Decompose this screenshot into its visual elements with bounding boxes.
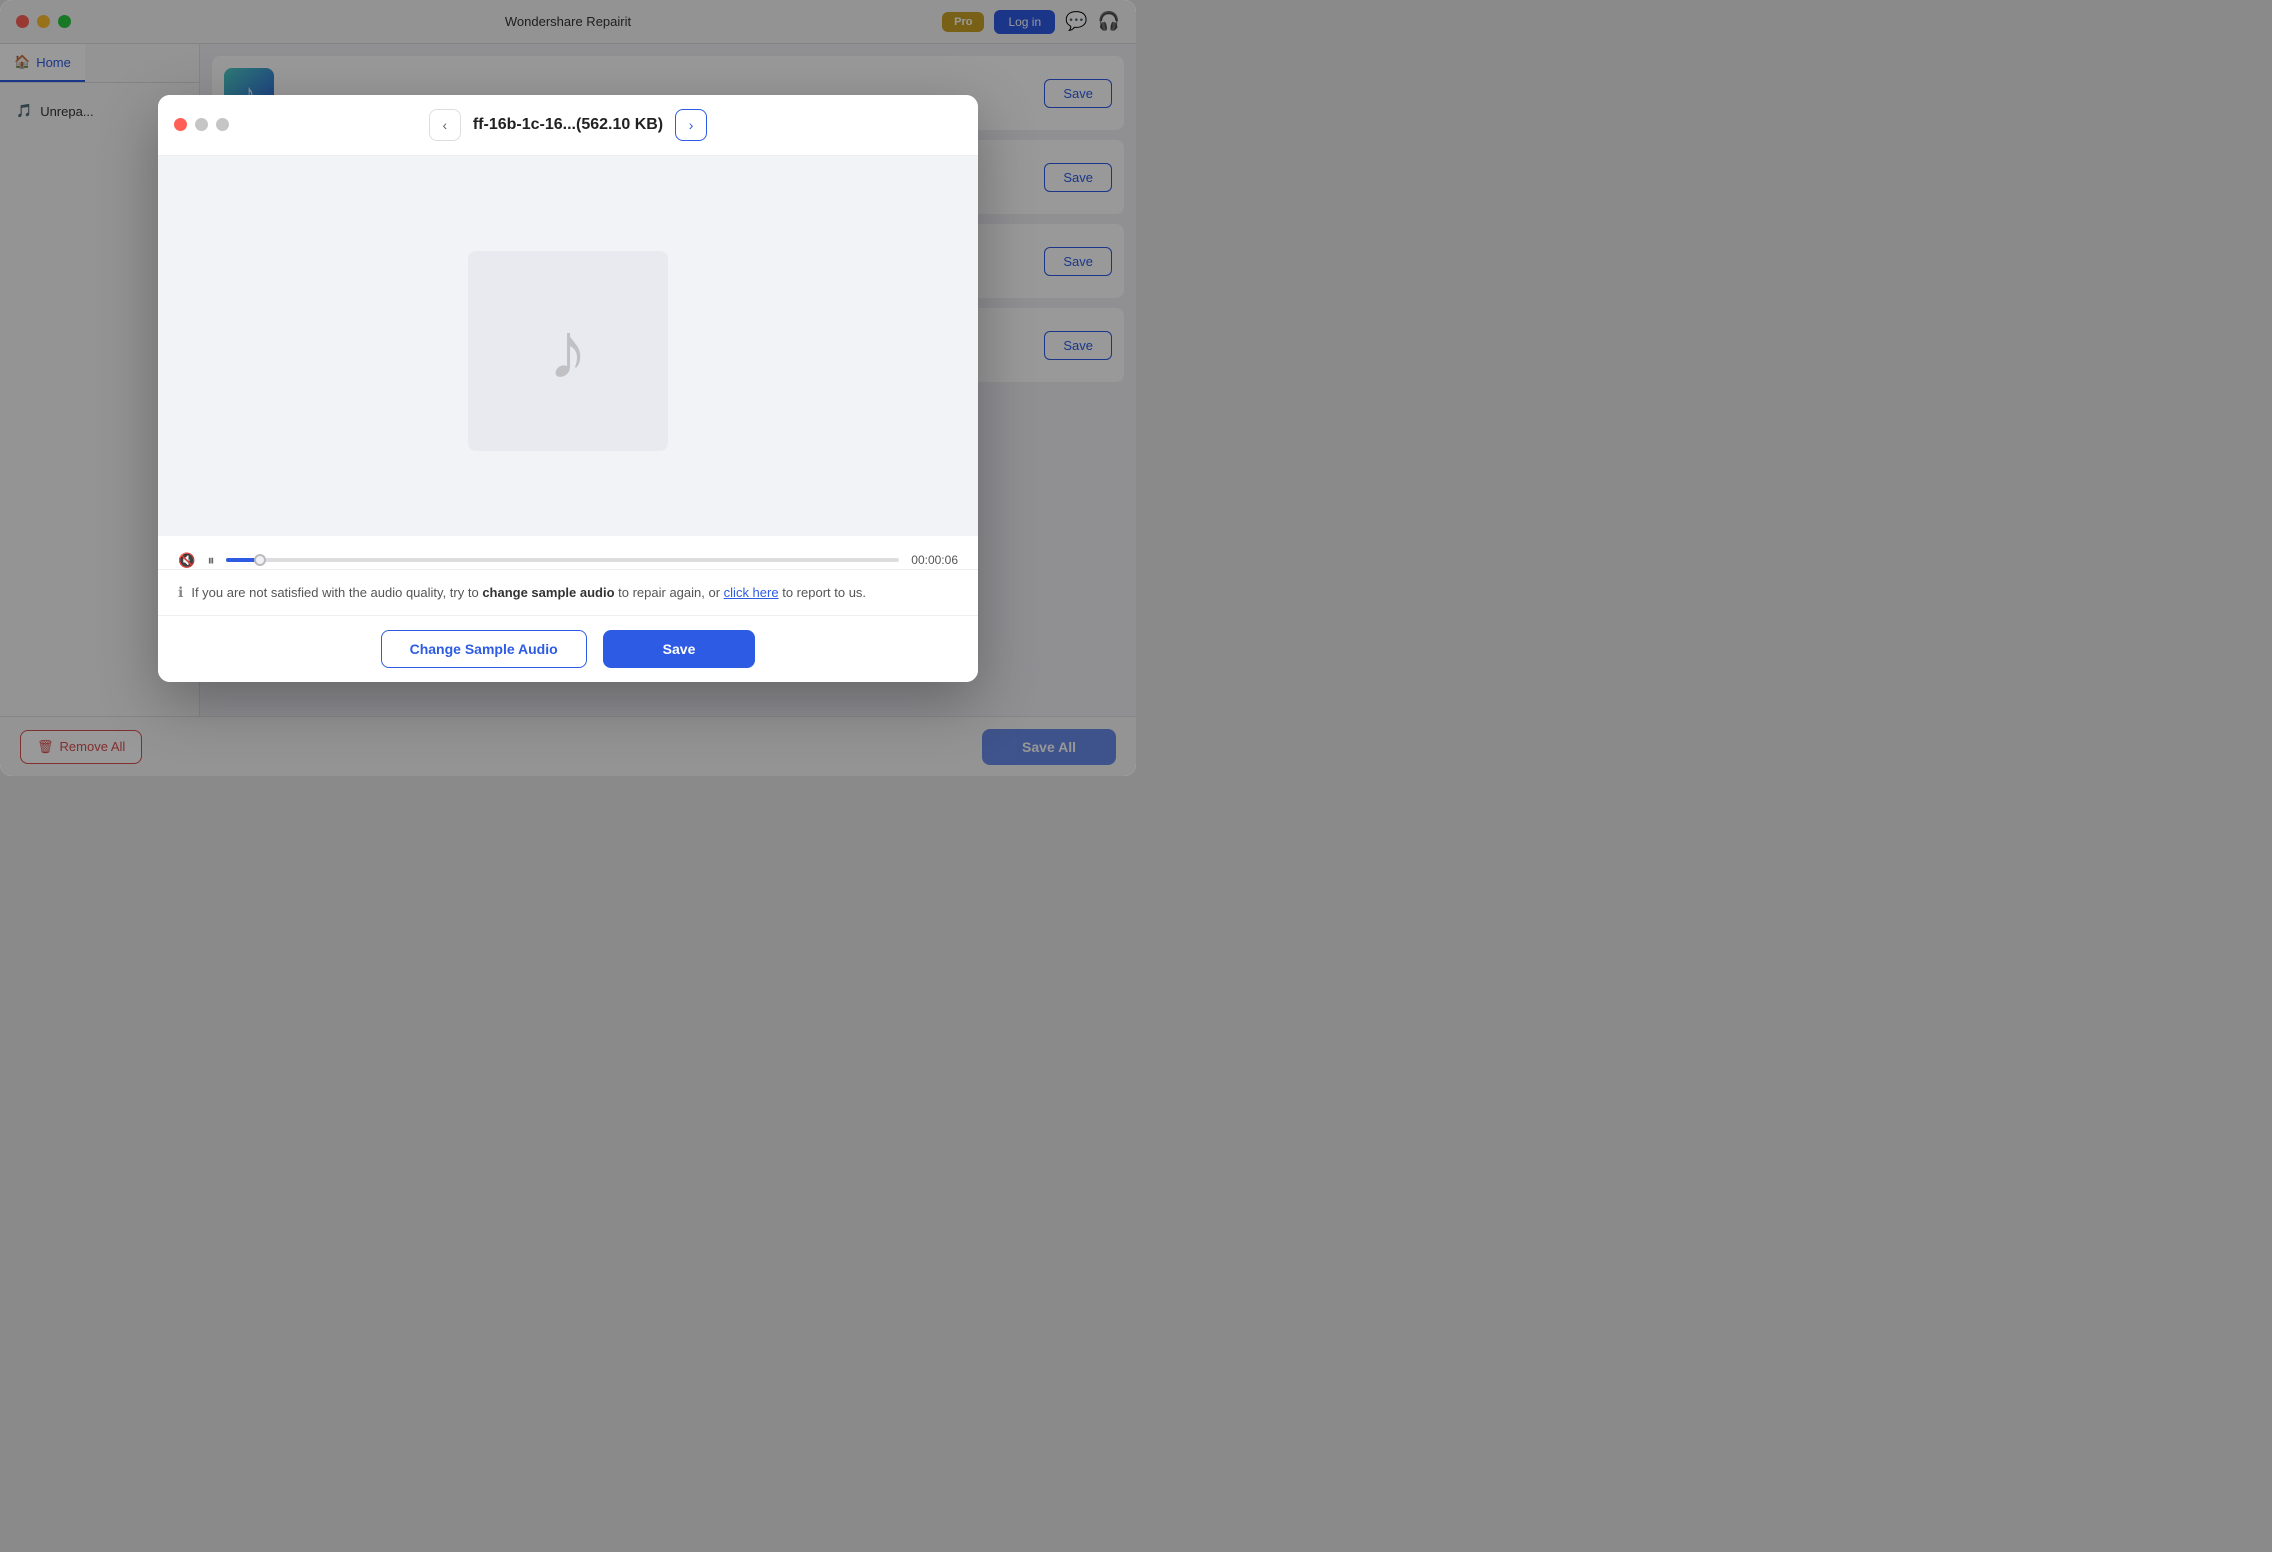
modal-traffic-lights [174, 118, 229, 131]
volume-icon: 🔇 [178, 552, 195, 569]
modal-overlay: ‹ ff-16b-1c-16...(562.10 KB) › ♪ 🔇 ⏸ [0, 0, 1136, 776]
pause-button[interactable]: ⏸ [207, 552, 214, 569]
audio-preview-modal: ‹ ff-16b-1c-16...(562.10 KB) › ♪ 🔇 ⏸ [158, 95, 978, 682]
time-display: 00:00:06 [911, 553, 958, 567]
audio-controls: 🔇 ⏸ 00:00:06 [158, 536, 978, 569]
modal-next-button[interactable]: › [675, 109, 707, 141]
modal-footer: Change Sample Audio Save [158, 615, 978, 682]
modal-info: ℹ If you are not satisfied with the audi… [158, 569, 978, 615]
modal-titlebar: ‹ ff-16b-1c-16...(562.10 KB) › [158, 95, 978, 156]
progress-fill [226, 558, 260, 562]
modal-minimize-button[interactable] [195, 118, 208, 131]
audio-placeholder: ♪ [468, 251, 668, 451]
click-here-link[interactable]: click here [724, 585, 779, 600]
modal-close-button[interactable] [174, 118, 187, 131]
progress-thumb [254, 554, 266, 566]
info-icon: ℹ [178, 584, 183, 601]
app-window: Wondershare Repairit Pro Log in 💬 🎧 🏠 Ho… [0, 0, 1136, 776]
modal-navigation: ‹ ff-16b-1c-16...(562.10 KB) › [429, 109, 707, 141]
music-note-icon: ♪ [548, 305, 588, 397]
modal-prev-button[interactable]: ‹ [429, 109, 461, 141]
change-sample-audio-button[interactable]: Change Sample Audio [381, 630, 587, 668]
modal-body: ♪ [158, 156, 978, 536]
modal-maximize-button[interactable] [216, 118, 229, 131]
info-text: If you are not satisfied with the audio … [191, 585, 866, 600]
modal-filename: ff-16b-1c-16...(562.10 KB) [473, 116, 663, 134]
progress-bar[interactable] [226, 558, 899, 562]
modal-save-button[interactable]: Save [603, 630, 756, 668]
